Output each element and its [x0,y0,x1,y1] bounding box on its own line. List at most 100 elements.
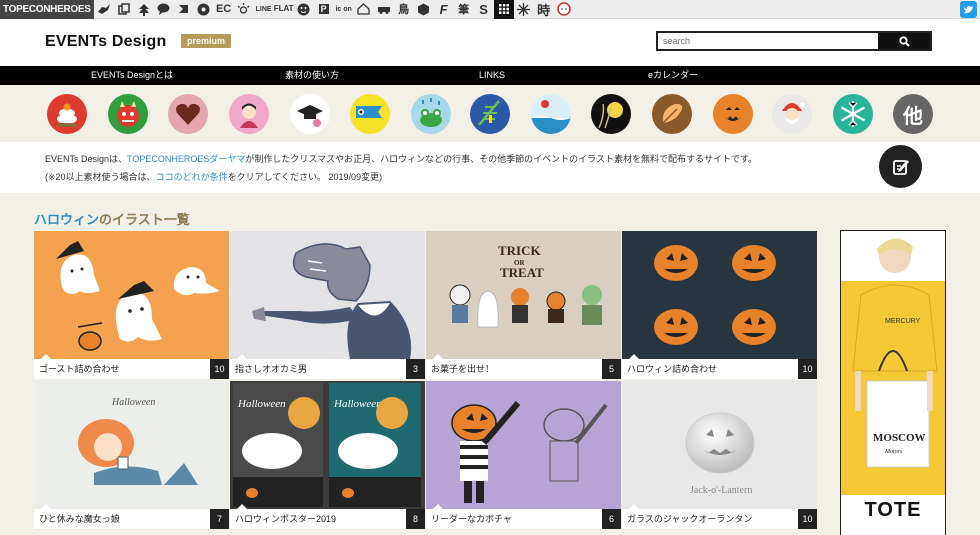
card-thumbnail[interactable] [622,231,817,359]
line-icon[interactable]: LINE [254,0,274,19]
search-icon [898,35,910,47]
girl-icon[interactable] [554,0,574,19]
card-title[interactable]: 指さしオオカミ男 [230,359,425,379]
card-thumbnail[interactable] [426,381,621,509]
p-icon[interactable]: P [314,0,334,19]
twitter-icon[interactable] [960,1,977,18]
category-tanabata-icon[interactable] [470,94,510,134]
nav-links[interactable]: LINKS [479,66,505,85]
side-ad-banner[interactable]: MERCURY MOSCOW Motors TOTE [840,230,946,535]
premium-badge[interactable]: premium [181,34,232,48]
category-summer-icon[interactable] [531,94,571,134]
card-thumbnail[interactable] [230,231,425,359]
author-link[interactable]: TOPECONHEROESダーヤマ [127,154,245,164]
illustration-card[interactable]: TRICK OR TREAT お菓子を出せ！ 5 [426,231,621,379]
tree-icon[interactable] [134,0,154,19]
card-count-badge: 3 [406,359,425,379]
nav-about[interactable]: EVENTs Designとは [91,66,173,85]
edit-icon [892,159,909,175]
search-input[interactable] [658,33,878,49]
category-winter-snowflake-icon[interactable] [833,94,873,134]
ad-image: MERCURY MOSCOW Motors [841,231,945,495]
category-koinobori-icon[interactable] [350,94,390,134]
p-icon-label: P [318,4,329,14]
hexagon-icon[interactable] [414,0,434,19]
conditions-link[interactable]: ココのどれか条件 [156,172,228,182]
face-icon[interactable] [294,0,314,19]
illustration-card[interactable]: Jack-o'-Lantern ガラスのジャックオーランタン 10 [622,381,817,529]
copy-icon[interactable] [114,0,134,19]
category-christmas-santa-icon[interactable] [772,94,812,134]
category-oni-icon[interactable] [108,94,148,134]
intro-text: EVENTs Designは、 [45,154,128,164]
topeconheroes-link[interactable]: TOPECONHEROES [0,0,94,19]
trick-text: TRICK [498,243,542,258]
time-kanji-icon[interactable]: 時 [534,0,554,19]
category-valentine-heart-icon[interactable] [168,94,208,134]
card-title[interactable]: ハロウィン詰め合わせ [622,359,817,379]
flower-icon[interactable] [194,0,214,19]
f-icon[interactable]: F [434,0,454,19]
bird-icon[interactable] [94,0,114,19]
card-thumbnail[interactable]: Halloween Halloween [230,381,425,509]
site-logo[interactable]: EVENTs Design [45,33,166,51]
burst-icon[interactable] [514,0,534,19]
illustration-card[interactable]: ハロウィン詰め合わせ 10 [622,231,817,379]
card-title[interactable]: ハロウィンポスター2019 [230,509,425,529]
card-title[interactable]: ひと休みな魔女っ娘 [34,509,229,529]
category-other-icon[interactable]: 他 [893,94,933,134]
card-count-badge: 5 [602,359,621,379]
card-thumbnail[interactable]: TRICK OR TREAT [426,231,621,359]
category-halloween-pumpkin-icon[interactable] [713,94,753,134]
card-count-badge: 7 [210,509,229,529]
icon-text-icon[interactable]: ic on [334,0,354,19]
flat-icon[interactable]: FLAT [274,0,294,19]
chat-icon[interactable] [154,0,174,19]
fish-icon[interactable] [174,0,194,19]
category-hina-doll-icon[interactable] [229,94,269,134]
card-count-badge: 10 [798,359,817,379]
category-autumn-leaf-icon[interactable] [652,94,692,134]
card-thumbnail[interactable]: Halloween [34,381,229,509]
ec-icon[interactable]: EC [214,0,234,19]
car-icon[interactable] [374,0,394,19]
illustration-card[interactable]: ゴースト詰め合わせ 10 [34,231,229,379]
intro-line-1: EVENTs Designは、TOPECONHEROESダーヤマが制作したクリス… [45,152,757,165]
card-title[interactable]: お菓子を出せ！ [426,359,621,379]
brush-kanji-icon[interactable]: 筆 [454,0,474,19]
shirt-text: MERCURY [885,318,921,325]
illustration-card[interactable]: Halloween ひと休みな魔女っ娘 7 [34,381,229,529]
jack-text: Jack-o'-Lantern [690,485,752,496]
illustration-card[interactable]: 指さしオオカミ男 3 [230,231,425,379]
section-title: ハロウィンのイラスト一覧 [34,209,190,228]
card-title[interactable]: ゴースト詰め合わせ [34,359,229,379]
category-graduation-icon[interactable] [290,94,330,134]
bird-kanji-icon[interactable]: 鳥 [394,0,414,19]
card-title[interactable]: ガラスのジャックオーランタン [622,509,817,529]
s-icon[interactable]: S [474,0,494,19]
search-button[interactable] [878,33,930,49]
category-kagami-mochi-icon[interactable] [47,94,87,134]
edit-button[interactable] [879,145,922,188]
category-other-label: 他 [903,105,923,128]
top-icon-bar: TOPECONHEROES EC LINE FLAT P ic on 鳥 F 筆… [0,0,980,19]
card-count-badge: 6 [602,509,621,529]
card-thumbnail[interactable] [34,231,229,359]
section-title-highlight[interactable]: ハロウィン [34,212,99,227]
nav-calendar[interactable]: eカレンダー [648,66,698,85]
house-icon[interactable] [354,0,374,19]
grid-icon[interactable] [493,0,514,19]
card-count-badge: 10 [210,359,229,379]
category-frog-rain-icon[interactable] [411,94,451,134]
search-form [656,31,932,51]
illustration-card[interactable]: リーダーなカボチャ 6 [426,381,621,529]
illustration-card[interactable]: Halloween Halloween ハロウィンポスター2019 8 [230,381,425,529]
category-tsukimi-icon[interactable] [591,94,631,134]
card-count-badge: 10 [798,509,817,529]
card-thumbnail[interactable]: Jack-o'-Lantern [622,381,817,509]
sun-icon[interactable] [234,0,254,19]
nav-usage[interactable]: 素材の使い方 [285,66,339,85]
intro-text: (※20以上素材使う場合は、 [45,172,156,182]
card-title[interactable]: リーダーなカボチャ [426,509,621,529]
treat-text: TREAT [500,265,544,280]
